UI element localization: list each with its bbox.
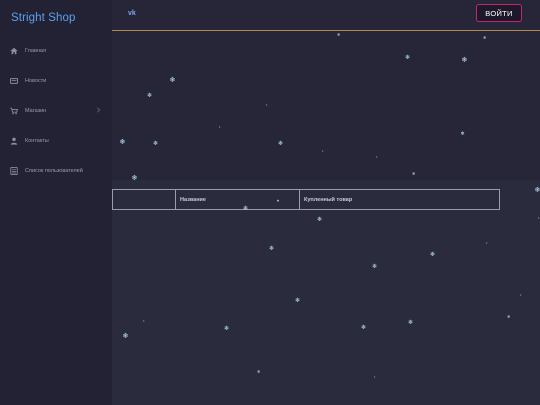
sidebar-item-label: Контакты	[25, 138, 49, 144]
sidebar-item-users-list[interactable]: Список пользователей	[10, 164, 108, 178]
sort-icon: ▾	[276, 198, 279, 203]
home-icon	[10, 47, 18, 55]
content-section	[112, 180, 540, 405]
table-header: Название ▾ Купленный товар	[112, 189, 500, 210]
news-icon	[10, 78, 18, 84]
chevron-right-icon	[97, 107, 101, 113]
user-icon	[10, 137, 18, 145]
column-header[interactable]	[113, 190, 175, 209]
brand-logo[interactable]: Stright Shop	[11, 12, 76, 24]
sidebar-item-contacts[interactable]: Контакты	[10, 134, 108, 148]
cart-icon	[10, 107, 18, 115]
sidebar-item-home[interactable]: Главная	[10, 44, 108, 58]
top-bar: vk ВОЙТИ	[112, 0, 540, 31]
sidebar-item-label: Магазин	[25, 108, 47, 114]
sidebar-item-label: Главная	[25, 48, 46, 54]
sidebar-item-label: Список пользователей	[25, 168, 83, 174]
hero-section	[112, 32, 540, 180]
column-header-label: Название	[180, 196, 206, 203]
list-icon	[10, 167, 18, 175]
vk-icon[interactable]: vk	[128, 10, 136, 17]
column-header-purchased-item[interactable]: Купленный товар	[299, 190, 499, 209]
sidebar-item-shop[interactable]: Магазин	[10, 104, 108, 118]
column-header-name[interactable]: Название ▾	[175, 190, 299, 209]
sidebar-item-label: Новости	[25, 78, 47, 84]
sidebar: Stright Shop Главная Новости Магазин Кон…	[0, 0, 112, 405]
login-button[interactable]: ВОЙТИ	[476, 4, 522, 22]
sidebar-item-news[interactable]: Новости	[10, 74, 108, 88]
